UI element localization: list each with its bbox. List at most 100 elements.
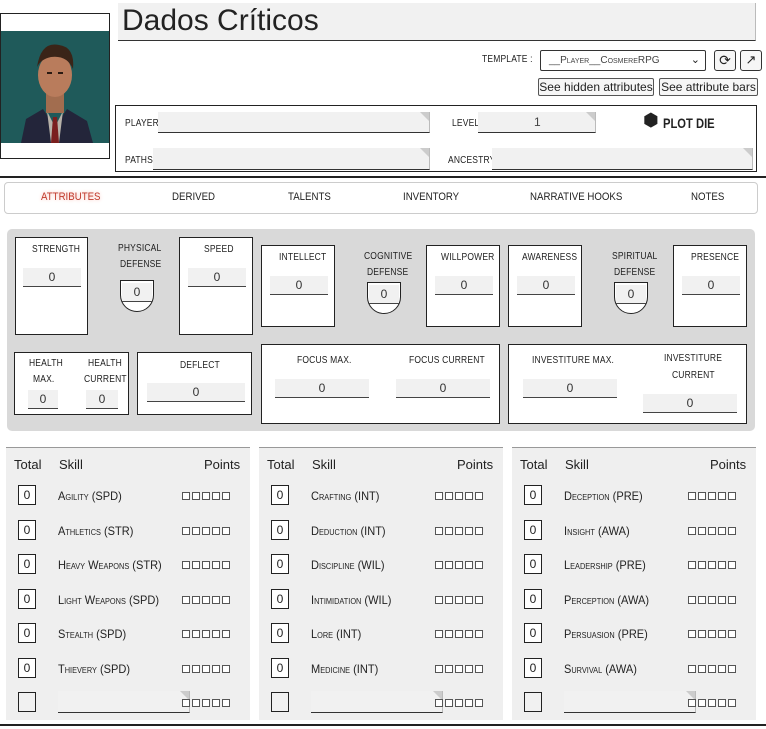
tab-notes[interactable]: NOTES	[691, 191, 724, 203]
point-checkbox[interactable]	[202, 699, 210, 707]
presence-value[interactable]: 0	[682, 276, 740, 295]
tab-attributes[interactable]: ATTRIBUTES	[41, 191, 101, 203]
point-checkbox[interactable]	[435, 595, 443, 604]
point-checkbox[interactable]	[212, 664, 220, 673]
point-checkbox[interactable]	[728, 699, 736, 707]
point-checkbox[interactable]	[475, 561, 483, 569]
skill-total[interactable]: 0	[271, 519, 289, 540]
health-current-value[interactable]: 0	[86, 390, 118, 409]
point-checkbox[interactable]	[202, 630, 210, 638]
point-checkbox[interactable]	[182, 492, 190, 500]
custom-skill-total[interactable]	[18, 692, 36, 712]
skill-total[interactable]: 0	[271, 554, 289, 574]
point-checkbox[interactable]	[475, 526, 483, 535]
point-checkbox[interactable]	[465, 561, 473, 569]
custom-skill-name-input[interactable]	[58, 691, 190, 713]
point-checkbox[interactable]	[455, 595, 463, 604]
point-checkbox[interactable]	[688, 526, 696, 535]
character-name-field[interactable]: Dados Críticos	[118, 3, 756, 41]
point-checkbox[interactable]	[455, 526, 463, 535]
physical-defense-value[interactable]: 0	[122, 283, 152, 302]
level-input[interactable]: 1	[478, 112, 596, 133]
point-checkbox[interactable]	[455, 664, 463, 673]
point-checkbox[interactable]	[212, 630, 220, 638]
skill-total[interactable]: 0	[524, 588, 542, 609]
point-checkbox[interactable]	[688, 664, 696, 673]
skill-total[interactable]: 0	[18, 588, 36, 609]
skill-total[interactable]: 0	[271, 623, 289, 643]
see-hidden-attributes-button[interactable]: See hidden attributes	[538, 78, 654, 96]
point-checkbox[interactable]	[202, 561, 210, 569]
skill-total[interactable]: 0	[524, 519, 542, 540]
character-portrait[interactable]	[0, 13, 110, 159]
point-checkbox[interactable]	[688, 630, 696, 638]
point-checkbox[interactable]	[212, 561, 220, 569]
point-checkbox[interactable]	[182, 630, 190, 638]
point-checkbox[interactable]	[222, 699, 230, 707]
point-checkbox[interactable]	[475, 699, 483, 707]
skill-total[interactable]: 0	[524, 623, 542, 643]
point-checkbox[interactable]	[455, 492, 463, 500]
point-checkbox[interactable]	[445, 664, 453, 673]
point-checkbox[interactable]	[222, 561, 230, 569]
cognitive-defense-value[interactable]: 0	[369, 285, 399, 304]
point-checkbox[interactable]	[445, 595, 453, 604]
point-checkbox[interactable]	[182, 664, 190, 673]
point-checkbox[interactable]	[435, 561, 443, 569]
point-checkbox[interactable]	[182, 526, 190, 535]
point-checkbox[interactable]	[445, 526, 453, 535]
point-checkbox[interactable]	[435, 526, 443, 535]
point-checkbox[interactable]	[728, 492, 736, 500]
point-checkbox[interactable]	[465, 630, 473, 638]
point-checkbox[interactable]	[182, 699, 190, 707]
tab-derived[interactable]: DERIVED	[172, 191, 215, 203]
point-checkbox[interactable]	[728, 664, 736, 673]
point-checkbox[interactable]	[475, 492, 483, 500]
point-checkbox[interactable]	[192, 699, 200, 707]
ancestry-input[interactable]	[492, 148, 753, 170]
point-checkbox[interactable]	[465, 664, 473, 673]
investiture-current-value[interactable]: 0	[643, 394, 737, 413]
point-checkbox[interactable]	[708, 699, 716, 707]
point-checkbox[interactable]	[222, 664, 230, 673]
point-checkbox[interactable]	[222, 630, 230, 638]
point-checkbox[interactable]	[435, 664, 443, 673]
willpower-value[interactable]: 0	[435, 276, 493, 295]
investiture-max-value[interactable]: 0	[523, 379, 617, 398]
tab-talents[interactable]: TALENTS	[288, 191, 331, 203]
point-checkbox[interactable]	[698, 699, 706, 707]
point-checkbox[interactable]	[698, 664, 706, 673]
point-checkbox[interactable]	[192, 595, 200, 604]
point-checkbox[interactable]	[192, 492, 200, 500]
skill-total[interactable]: 0	[524, 485, 542, 505]
point-checkbox[interactable]	[698, 630, 706, 638]
speed-value[interactable]: 0	[188, 268, 246, 287]
intellect-value[interactable]: 0	[270, 276, 328, 295]
point-checkbox[interactable]	[688, 595, 696, 604]
skill-total[interactable]: 0	[524, 554, 542, 574]
point-checkbox[interactable]	[475, 630, 483, 638]
point-checkbox[interactable]	[475, 664, 483, 673]
point-checkbox[interactable]	[688, 561, 696, 569]
awareness-value[interactable]: 0	[517, 276, 575, 295]
skill-total[interactable]: 0	[18, 554, 36, 574]
point-checkbox[interactable]	[182, 595, 190, 604]
focus-current-value[interactable]: 0	[396, 379, 490, 398]
point-checkbox[interactable]	[445, 561, 453, 569]
point-checkbox[interactable]	[688, 492, 696, 500]
skill-total[interactable]: 0	[18, 623, 36, 643]
point-checkbox[interactable]	[718, 561, 726, 569]
point-checkbox[interactable]	[222, 595, 230, 604]
point-checkbox[interactable]	[728, 561, 736, 569]
point-checkbox[interactable]	[718, 492, 726, 500]
point-checkbox[interactable]	[192, 664, 200, 673]
custom-skill-total[interactable]	[524, 692, 542, 712]
point-checkbox[interactable]	[698, 595, 706, 604]
skill-total[interactable]: 0	[18, 485, 36, 505]
point-checkbox[interactable]	[465, 492, 473, 500]
paths-input[interactable]	[153, 148, 430, 170]
point-checkbox[interactable]	[455, 699, 463, 707]
point-checkbox[interactable]	[212, 526, 220, 535]
open-external-icon[interactable]: ↗	[740, 50, 762, 71]
point-checkbox[interactable]	[192, 526, 200, 535]
